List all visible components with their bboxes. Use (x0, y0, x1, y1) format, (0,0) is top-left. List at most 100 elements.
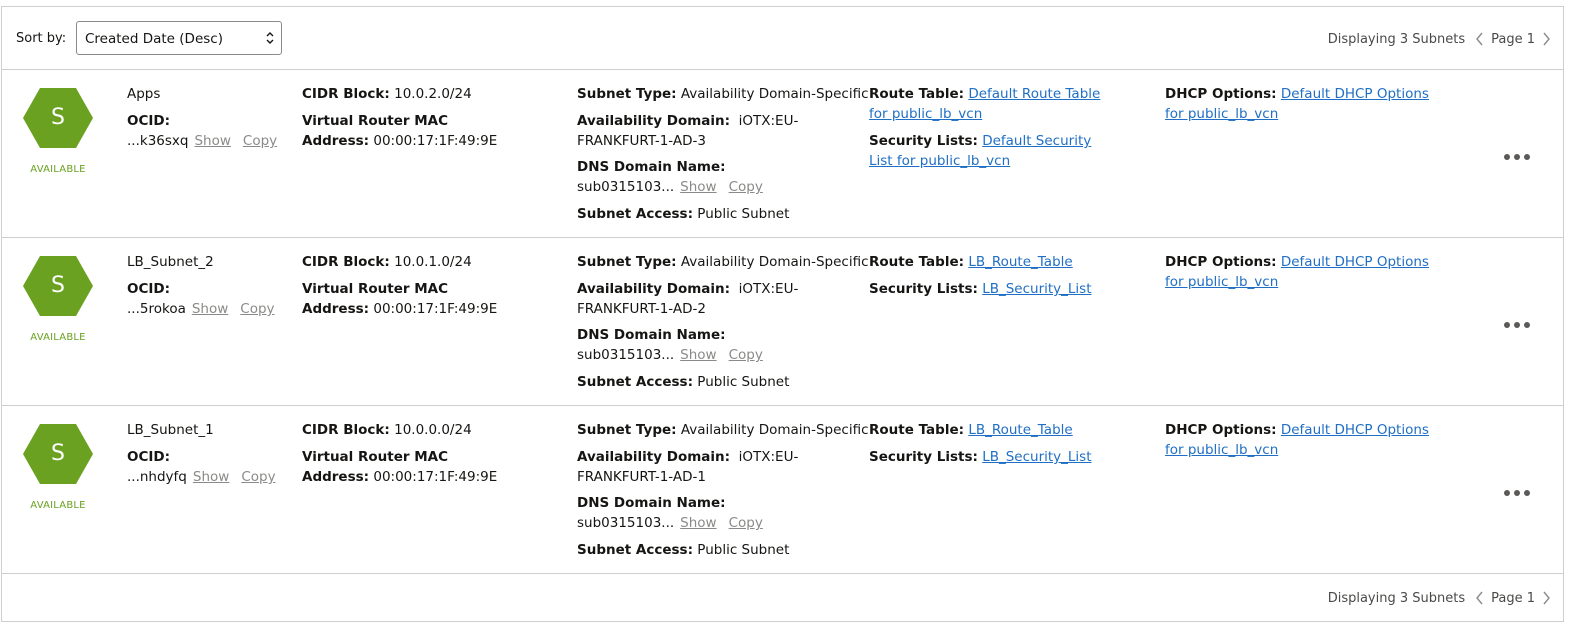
subnet-name-link[interactable]: LB_Subnet_2 (127, 254, 214, 270)
subnet-type-field: Subnet Type: Availability Domain-Specifi… (577, 86, 869, 102)
vr-mac-label: Virtual Router MAC (302, 281, 449, 297)
status-badge: AVAILABLE (30, 500, 86, 511)
dhcp-field: DHCP Options: Default DHCP Options for p… (1165, 84, 1445, 124)
dns-show-link[interactable]: Show (680, 179, 716, 195)
ocid-show-link[interactable]: Show (192, 301, 228, 317)
subnet-hexagon-letter: S (51, 441, 65, 466)
security-lists-label: Security Lists: (869, 281, 978, 297)
sort-select[interactable]: Created Date (Desc) (76, 21, 282, 55)
dns-show-link[interactable]: Show (680, 347, 716, 363)
route-table-link[interactable]: LB_Route_Table (968, 422, 1072, 438)
chevron-left-icon[interactable] (1473, 590, 1487, 606)
ad-label: Availability Domain: (577, 449, 731, 465)
vr-mac-field: Address: 00:00:17:1F:49:9E (302, 301, 497, 317)
subnet-access-label: Subnet Access: (577, 206, 693, 222)
security-list-link[interactable]: LB_Security_List (982, 449, 1091, 465)
vr-mac-field: Address: 00:00:17:1F:49:9E (302, 133, 497, 149)
sort-chevrons-icon (266, 32, 274, 44)
vr-mac-label-2: Address: (302, 469, 370, 485)
subnet-access-value: Public Subnet (697, 542, 790, 558)
subnet-name-link[interactable]: Apps (127, 86, 160, 102)
vr-mac-value: 00:00:17:1F:49:9E (373, 133, 498, 149)
sort-label: Sort by: (16, 31, 67, 46)
subnet-access-field: Subnet Access: Public Subnet (577, 206, 789, 222)
dns-copy-link[interactable]: Copy (729, 179, 763, 195)
vr-mac-label-2: Address: (302, 133, 370, 149)
list-toolbar: Sort by: Created Date (Desc) Displaying … (2, 7, 1563, 70)
subnet-row: S AVAILABLE LB_Subnet_2 OCID: ...5rokoa S… (2, 238, 1563, 406)
dns-text: sub0315103... (577, 347, 675, 363)
dhcp-field: DHCP Options: Default DHCP Options for p… (1165, 252, 1445, 292)
dns-value: sub0315103... Show Copy (577, 515, 763, 531)
subnet-row: S AVAILABLE Apps OCID: ...k36sxq Show Copy… (2, 70, 1563, 238)
subnet-hexagon-icon: S (22, 87, 94, 149)
subnet-type-value: Availability Domain-Specific (680, 422, 869, 438)
ocid-show-link[interactable]: Show (193, 469, 229, 485)
actions-menu-icon[interactable] (1504, 484, 1536, 496)
subnet-row: S AVAILABLE LB_Subnet_1 OCID: ...nhdyfq S… (2, 406, 1563, 574)
subnet-hexagon-letter: S (51, 273, 65, 298)
dns-value: sub0315103... Show Copy (577, 179, 763, 195)
security-lists-label: Security Lists: (869, 133, 978, 149)
subnet-name-link[interactable]: LB_Subnet_1 (127, 422, 214, 438)
subnet-access-value: Public Subnet (697, 206, 790, 222)
ad-label: Availability Domain: (577, 281, 731, 297)
subnet-access-value: Public Subnet (697, 374, 790, 390)
subnet-type-label: Subnet Type: (577, 254, 677, 270)
ocid-value: ...k36sxq Show Copy (127, 133, 277, 149)
ad-value-1: iOTX:EU- (738, 449, 799, 465)
cidr-field: CIDR Block: 10.0.0.0/24 (302, 422, 472, 438)
actions-menu-icon[interactable] (1504, 316, 1536, 328)
dns-label: DNS Domain Name: (577, 327, 726, 343)
subnet-hexagon-icon: S (22, 423, 94, 485)
dns-copy-link[interactable]: Copy (729, 347, 763, 363)
ad-field: Availability Domain: iOTX:EU- (577, 113, 798, 129)
chevron-left-icon[interactable] (1473, 31, 1487, 47)
ocid-copy-link[interactable]: Copy (241, 469, 275, 485)
ocid-value: ...5rokoa Show Copy (127, 301, 275, 317)
dns-label: DNS Domain Name: (577, 495, 726, 511)
security-lists-field: Security Lists: LB_Security_List (869, 279, 1119, 299)
subnet-type-field: Subnet Type: Availability Domain-Specifi… (577, 422, 869, 438)
ad-value-1: iOTX:EU- (738, 113, 799, 129)
status-badge: AVAILABLE (30, 164, 86, 175)
route-table-label: Route Table: (869, 86, 965, 102)
vr-mac-label: Virtual Router MAC (302, 449, 449, 465)
chevron-right-icon[interactable] (1539, 31, 1553, 47)
ad-value-2: FRANKFURT-1-AD-3 (577, 133, 706, 149)
ocid-value: ...nhdyfq Show Copy (127, 469, 276, 485)
dhcp-label: DHCP Options: (1165, 422, 1277, 438)
subnet-type-value: Availability Domain-Specific (680, 86, 869, 102)
ocid-copy-link[interactable]: Copy (243, 133, 277, 149)
ocid-label: OCID: (127, 449, 171, 465)
cidr-value: 10.0.1.0/24 (394, 254, 472, 270)
security-list-link[interactable]: LB_Security_List (982, 281, 1091, 297)
dns-text: sub0315103... (577, 515, 675, 531)
dns-copy-link[interactable]: Copy (729, 515, 763, 531)
ad-value-2: FRANKFURT-1-AD-1 (577, 469, 706, 485)
ocid-text: ...nhdyfq (127, 469, 187, 485)
ocid-text: ...k36sxq (127, 133, 189, 149)
vr-mac-label: Virtual Router MAC (302, 113, 449, 129)
route-table-link[interactable]: LB_Route_Table (968, 254, 1072, 270)
vr-mac-label-2: Address: (302, 301, 370, 317)
cidr-label: CIDR Block: (302, 422, 390, 438)
chevron-right-icon[interactable] (1539, 590, 1553, 606)
dns-show-link[interactable]: Show (680, 515, 716, 531)
ad-value-2: FRANKFURT-1-AD-2 (577, 301, 706, 317)
status-badge: AVAILABLE (30, 332, 86, 343)
vr-mac-value: 00:00:17:1F:49:9E (373, 469, 498, 485)
cidr-field: CIDR Block: 10.0.2.0/24 (302, 86, 472, 102)
subnet-access-field: Subnet Access: Public Subnet (577, 374, 789, 390)
ad-field: Availability Domain: iOTX:EU- (577, 449, 798, 465)
page-indicator: Page 1 (1491, 31, 1535, 47)
cidr-field: CIDR Block: 10.0.1.0/24 (302, 254, 472, 270)
ocid-show-link[interactable]: Show (194, 133, 230, 149)
displaying-count: Displaying 3 Subnets (1327, 31, 1466, 47)
route-table-field: Route Table: LB_Route_Table (869, 252, 1119, 272)
actions-menu-icon[interactable] (1504, 148, 1536, 160)
subnet-access-label: Subnet Access: (577, 374, 693, 390)
pagination-top: Displaying 3 Subnets Page 1 (1328, 31, 1553, 47)
subnet-access-field: Subnet Access: Public Subnet (577, 542, 789, 558)
ocid-copy-link[interactable]: Copy (240, 301, 274, 317)
